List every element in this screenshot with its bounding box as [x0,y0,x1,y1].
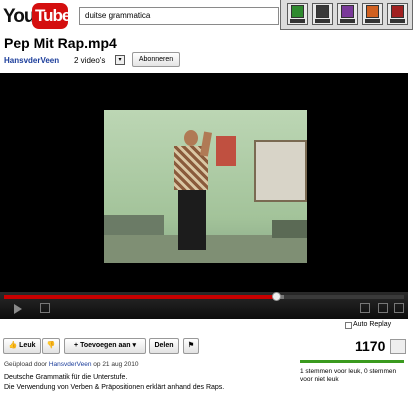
logo-tube-text: Tube [35,6,71,25]
upload-info: Geüpload door HansvderVeen op 21 aug 201… [4,361,138,368]
logo-tube: Tube [32,3,71,29]
thumbs-up-icon: 👍 [8,342,18,349]
share-button[interactable]: Delen [149,338,179,354]
like-label: Leuk [19,342,36,349]
play-icon[interactable] [14,304,22,314]
chevron-down-icon: ▾ [132,342,136,349]
auto-replay-label[interactable]: Auto Replay [353,321,391,328]
quality-icon[interactable] [360,303,370,313]
toolbar-button-2[interactable] [312,3,333,25]
logo-you: You [3,6,36,27]
youtube-logo[interactable]: You Tube [3,3,71,29]
upload-date: op 21 aug 2010 [93,361,139,368]
toolbar-button-3[interactable] [337,3,358,25]
dislike-button[interactable]: 👎 [42,338,60,354]
fullscreen-icon[interactable] [394,303,404,313]
popout-icon[interactable] [378,303,388,313]
progress-bar[interactable] [4,292,404,301]
scrubber-handle[interactable] [272,292,281,301]
toolbar-button-4[interactable] [362,3,383,25]
player-controls [0,292,408,319]
upload-prefix: Geüpload door [4,361,48,368]
view-count: 1170 [355,338,386,354]
description-line-2: Die Verwendung von Verben & Präpositione… [4,384,225,391]
toolbar-button-1[interactable] [287,3,308,25]
person [184,130,198,146]
progress-played [4,295,276,299]
subscribe-button[interactable]: Abonneren [132,52,180,67]
stats-icon[interactable] [390,339,406,354]
flag-icon: ⚑ [187,342,195,349]
video-title: Pep Mit Rap.mp4 [4,35,117,51]
like-ratio-bar [300,360,404,363]
media-icon [341,5,354,18]
record-icon [391,5,404,18]
whiteboard [254,140,307,202]
video-player[interactable] [0,73,408,319]
description-line-1: Deutsche Grammatik für die Unterstufe. [4,374,128,381]
add-to-button[interactable]: + Toevoegen aan ▾ [64,338,146,354]
auto-replay-checkbox[interactable] [345,322,352,329]
volume-icon[interactable] [40,303,50,313]
votes-summary: 1 stemmen voor leuk, 0 stemmen voor niet… [300,368,397,383]
search-input[interactable]: duitse grammatica [79,7,279,25]
plus-icon: + [74,342,79,349]
download-icon [291,5,304,18]
channel-link[interactable]: HansvderVeen [4,56,59,65]
thumbs-down-icon: 👎 [46,342,56,349]
browser-toolbar [280,0,413,30]
upload-channel-link[interactable]: HansvderVeen [49,361,92,368]
flag-button[interactable]: ⚑ [183,338,199,354]
like-button[interactable]: 👍 Leuk [3,338,41,354]
color-icon [366,5,379,18]
video-frame[interactable] [104,110,307,263]
chevron-down-icon[interactable]: ▾ [115,55,125,65]
download-icon [316,5,329,18]
add-to-label: Toevoegen aan [80,342,131,349]
videos-count: 2 video's [74,56,106,65]
toolbar-button-5[interactable] [387,3,408,25]
